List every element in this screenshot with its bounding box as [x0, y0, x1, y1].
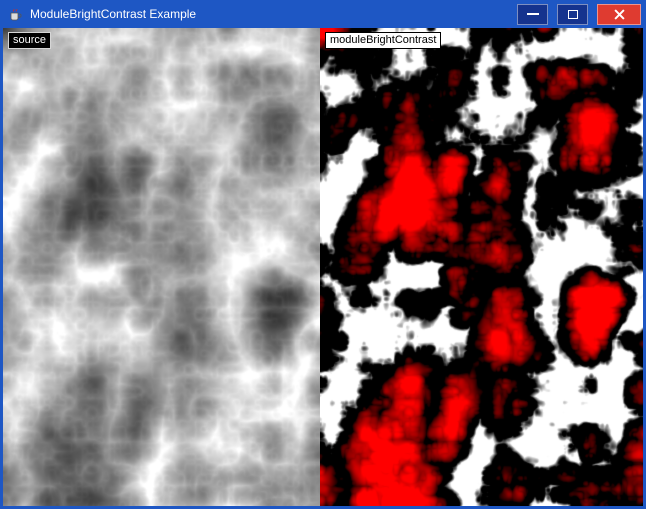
maximize-button[interactable] [557, 4, 588, 25]
maximize-icon [568, 10, 578, 19]
source-image [3, 28, 320, 506]
close-button[interactable] [597, 4, 641, 25]
source-label: source [8, 32, 51, 49]
close-icon [614, 9, 625, 20]
source-panel: source [3, 28, 320, 506]
minimize-button[interactable] [517, 4, 548, 25]
window-controls [517, 4, 641, 25]
client-area: source moduleBrightContrast [3, 28, 643, 506]
result-label: moduleBrightContrast [325, 32, 441, 49]
titlebar[interactable]: ModuleBrightContrast Example [0, 0, 646, 28]
window-title: ModuleBrightContrast Example [30, 7, 196, 21]
result-panel: moduleBrightContrast [320, 28, 643, 506]
minimize-icon [527, 13, 539, 15]
brightcontrast-image [320, 28, 643, 506]
java-coffee-cup-icon [7, 6, 23, 22]
application-window: ModuleBrightContrast Example source modu… [0, 0, 646, 509]
